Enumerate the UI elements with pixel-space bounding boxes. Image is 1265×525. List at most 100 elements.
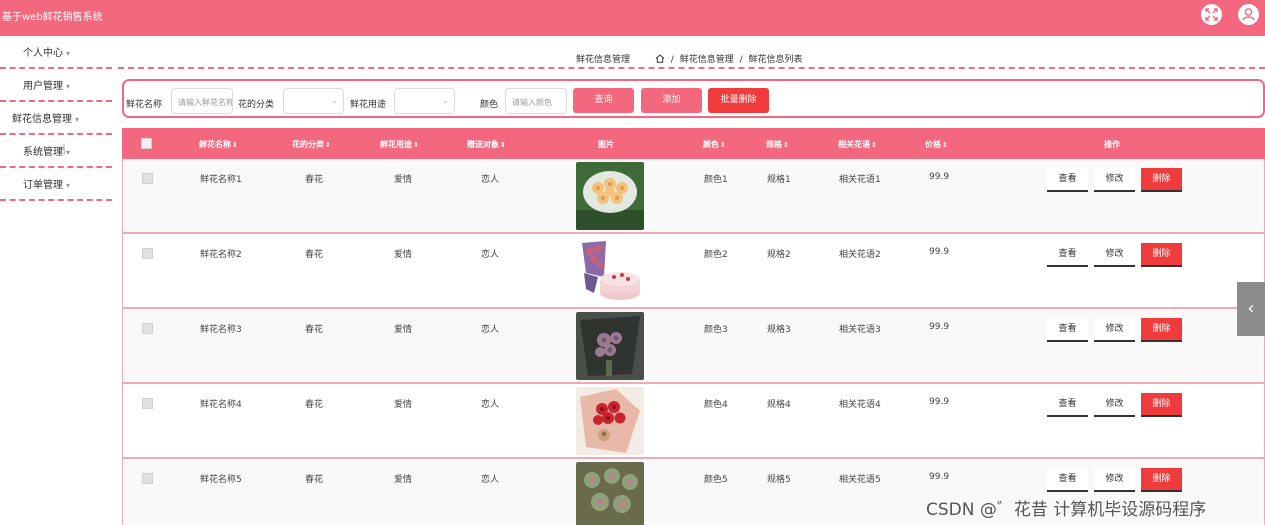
batch-delete-button[interactable]: 批量删除 [708, 88, 769, 113]
flower-image[interactable] [576, 387, 644, 455]
sidebar-item-label: 系统管理 [23, 147, 63, 158]
collapse-panel-tab[interactable]: ‹ [1237, 282, 1265, 336]
column-header-color[interactable]: 颜色⇕ [703, 139, 726, 150]
view-button[interactable]: 查看 [1047, 243, 1088, 267]
cell-color: 颜色4 [704, 400, 728, 410]
table-header: 鲜花名称⇕ 花的分类⇕ 鲜花用途⇕ 赠送对象⇕ 图片 颜色⇕ 规格⇕ 相关花语⇕… [122, 128, 1265, 159]
cell-category: 春花 [305, 250, 324, 260]
home-icon[interactable] [655, 54, 665, 63]
user-avatar-icon[interactable] [1238, 4, 1259, 25]
user-icon [1242, 8, 1255, 21]
column-header-category[interactable]: 花的分类⇕ [292, 139, 331, 150]
chevron-left-icon: ‹ [1247, 298, 1255, 319]
row-checkbox[interactable] [142, 323, 153, 334]
column-header-price[interactable]: 价格⇕ [925, 139, 948, 150]
view-button[interactable]: 查看 [1047, 318, 1088, 342]
cell-color: 颜色5 [704, 475, 728, 485]
sort-icon: ⇕ [871, 141, 877, 149]
edit-button[interactable]: 修改 [1094, 168, 1135, 192]
edit-button[interactable]: 修改 [1094, 243, 1135, 267]
breadcrumb-current: 鲜花信息列表 [748, 55, 803, 65]
sort-icon: ⇕ [325, 141, 331, 149]
sidebar-item-personal-center[interactable]: 个人中心 ▾ [0, 36, 112, 69]
cell-category: 春花 [305, 475, 324, 485]
cell-category: 春花 [305, 175, 324, 185]
flower-image[interactable] [576, 462, 644, 525]
table-row: 鲜花名称4 春花 爱情 恋人 颜色4 规格4 相关花语4 99.9 查看 修改 … [122, 384, 1265, 459]
cell-related: 相关花语4 [839, 400, 881, 410]
column-header-usage[interactable]: 鲜花用途⇕ [380, 139, 419, 150]
category-label: 花的分类 [238, 100, 275, 110]
cell-usage: 爱情 [394, 400, 413, 410]
flower-image[interactable] [576, 237, 644, 305]
cell-category: 春花 [305, 325, 324, 335]
delete-button[interactable]: 删除 [1141, 468, 1182, 492]
cell-target: 恋人 [481, 325, 500, 335]
cell-price: 99.9 [929, 397, 950, 407]
add-button[interactable]: 添加 [641, 88, 702, 113]
sort-icon: ⇕ [942, 141, 948, 149]
cell-usage: 爱情 [394, 175, 413, 185]
sidebar-item-label: 用户管理 [23, 81, 63, 92]
hand-cursor-icon: ☝ [58, 143, 66, 158]
view-button[interactable]: 查看 [1047, 468, 1088, 492]
row-checkbox[interactable] [142, 248, 153, 259]
cell-spec: 规格4 [767, 400, 791, 410]
table-row: 鲜花名称3 春花 爱情 恋人 颜色3 规格3 相关花语3 99.9 查看 修改 … [122, 309, 1265, 384]
breadcrumb-separator: / [739, 55, 743, 65]
edit-button[interactable]: 修改 [1094, 318, 1135, 342]
watermark: CSDN @゛花昔 计算机毕设源码程序 [926, 500, 1207, 520]
column-header-spec[interactable]: 规格⇕ [766, 139, 789, 150]
cell-usage: 爱情 [394, 475, 413, 485]
cell-name: 鲜花名称2 [200, 250, 242, 260]
cell-target: 恋人 [481, 175, 500, 185]
breadcrumb-link-flower-info[interactable]: 鲜花信息管理 [680, 55, 734, 65]
row-checkbox[interactable] [142, 398, 153, 409]
chevron-down-icon: ⌄ [331, 96, 338, 105]
sidebar-item-flower-info[interactable]: 鲜花信息管理 ▾ [0, 102, 112, 135]
sidebar-item-label: 个人中心 [23, 48, 63, 59]
delete-button[interactable]: 删除 [1141, 393, 1182, 417]
sidebar: 个人中心 ▾ 用户管理 ▾ 鲜花信息管理 ▾ 系统管理 ▾ 订单管理 ▾ [0, 36, 112, 525]
breadcrumb-separator: / [670, 55, 674, 65]
cell-target: 恋人 [481, 400, 500, 410]
flower-name-input[interactable]: 请输入鲜花名称 [171, 88, 233, 114]
flower-image[interactable] [576, 312, 644, 380]
select-all-checkbox[interactable] [141, 138, 152, 149]
column-header-related[interactable]: 相关花语⇕ [838, 139, 877, 150]
delete-button[interactable]: 删除 [1141, 243, 1182, 267]
top-bar: 基于web鲜花销售系统 [0, 0, 1265, 36]
cell-price: 99.9 [929, 172, 950, 182]
column-header-name[interactable]: 鲜花名称⇕ [199, 139, 238, 150]
breadcrumb: 鲜花信息管理 / 鲜花信息管理 / 鲜花信息列表 [576, 52, 803, 65]
sidebar-item-system-management[interactable]: 系统管理 ▾ [0, 135, 112, 168]
sidebar-item-user-management[interactable]: 用户管理 ▾ [0, 69, 112, 102]
column-header-target[interactable]: 赠送对象⇕ [467, 139, 506, 150]
edit-button[interactable]: 修改 [1094, 468, 1135, 492]
cell-related: 相关花语1 [839, 175, 881, 185]
category-select[interactable]: ⌄ [283, 88, 344, 114]
cell-target: 恋人 [481, 250, 500, 260]
view-button[interactable]: 查看 [1047, 393, 1088, 417]
row-checkbox[interactable] [142, 473, 153, 484]
fullscreen-icon[interactable] [1201, 4, 1222, 25]
cell-usage: 爱情 [394, 250, 413, 260]
cell-name: 鲜花名称3 [200, 325, 242, 335]
cell-usage: 爱情 [394, 325, 413, 335]
sidebar-item-order-management[interactable]: 订单管理 ▾ [0, 168, 112, 201]
edit-button[interactable]: 修改 [1094, 393, 1135, 417]
sort-icon: ⇕ [720, 141, 726, 149]
delete-button[interactable]: 删除 [1141, 318, 1182, 342]
flower-image[interactable] [576, 162, 644, 230]
delete-button[interactable]: 删除 [1141, 168, 1182, 192]
cell-spec: 规格2 [767, 250, 791, 260]
breadcrumb-divider [118, 67, 1265, 69]
query-button[interactable]: 查询 [573, 88, 634, 113]
cell-name: 鲜花名称1 [200, 175, 242, 185]
row-checkbox[interactable] [142, 173, 153, 184]
column-header-image: 图片 [598, 140, 614, 149]
view-button[interactable]: 查看 [1047, 168, 1088, 192]
color-input[interactable]: 请输入颜色 [505, 88, 567, 114]
usage-select[interactable]: ⌄ [394, 88, 455, 114]
chevron-down-icon: ▾ [66, 49, 71, 58]
